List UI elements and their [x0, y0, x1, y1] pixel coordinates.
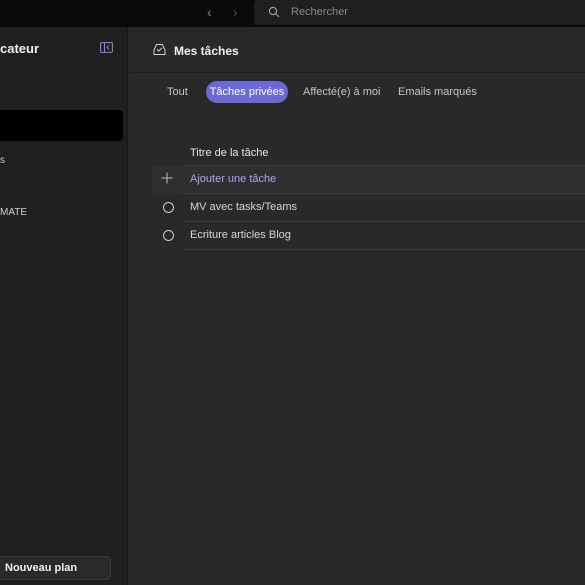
task-row[interactable]: Ecriture articles Blog: [152, 222, 585, 249]
row-divider: [183, 249, 585, 250]
sidebar-item[interactable]: s: [0, 155, 5, 166]
plus-icon: [161, 172, 173, 184]
task-title[interactable]: MV avec tasks/Teams: [190, 201, 297, 213]
forward-chevron-icon[interactable]: ›: [233, 4, 238, 20]
tab-assigned-to-me[interactable]: Affecté(e) à moi: [303, 86, 380, 98]
task-title[interactable]: Ecriture articles Blog: [190, 229, 291, 241]
sidebar-item-selected[interactable]: [0, 110, 123, 141]
search-placeholder: Rechercher: [291, 6, 348, 18]
tab-private-tasks[interactable]: Tâches privées: [206, 81, 288, 103]
title-bar: ‹ › Rechercher: [0, 0, 585, 27]
new-plan-button[interactable]: Nouveau plan: [0, 556, 111, 580]
header-divider: [130, 72, 585, 73]
back-chevron-icon[interactable]: ‹: [207, 4, 212, 20]
column-header-title[interactable]: Titre de la tâche: [190, 147, 268, 159]
task-complete-checkbox[interactable]: [163, 230, 174, 241]
sidebar-title: cateur: [0, 41, 40, 56]
my-tasks-icon: [153, 44, 166, 55]
search-icon: [268, 6, 280, 18]
task-row[interactable]: MV avec tasks/Teams: [152, 194, 585, 221]
add-task-label: Ajouter une tâche: [190, 173, 277, 185]
task-complete-checkbox[interactable]: [163, 202, 174, 213]
sidebar-item[interactable]: MATE: [0, 207, 27, 218]
search-input[interactable]: Rechercher: [254, 0, 585, 25]
collapse-sidebar-icon[interactable]: [100, 42, 113, 53]
add-task-row[interactable]: Ajouter une tâche: [152, 166, 585, 193]
tab-all[interactable]: Tout: [167, 86, 188, 98]
tab-flagged-emails[interactable]: Emails marqués: [398, 86, 477, 98]
sidebar: cateur s MATE Nouveau plan: [0, 27, 128, 585]
page-title: Mes tâches: [174, 44, 239, 58]
